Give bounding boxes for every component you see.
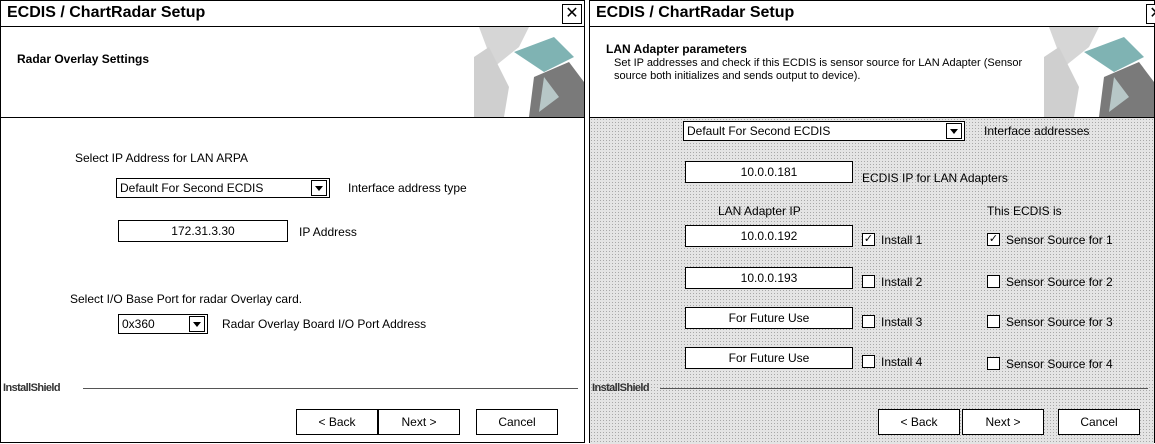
chevron-down-icon[interactable] — [311, 180, 327, 196]
address-type-value: Default For Second ECDIS — [120, 181, 264, 195]
chevron-down-icon[interactable] — [189, 316, 205, 332]
interface-select[interactable]: Default For Second ECDIS — [683, 121, 965, 141]
header-title: LAN Adapter parameters — [606, 42, 747, 56]
title-bar: ECDIS / ChartRadar Setup ✕ — [1, 1, 584, 27]
installer-art-icon — [474, 27, 584, 117]
sensor-label: Sensor Source for 4 — [1006, 357, 1113, 371]
wizard-header: LAN Adapter parameters Set IP addresses … — [590, 27, 1154, 118]
install-label: Install 2 — [881, 275, 923, 289]
checkmark-icon: ✓ — [863, 233, 874, 245]
sensor-checkbox[interactable] — [987, 275, 1000, 288]
sensor-checkbox[interactable]: ✓ — [987, 233, 1000, 246]
interface-value: Default For Second ECDIS — [687, 124, 831, 138]
col-this-ecdis: This ECDIS is — [987, 204, 1062, 218]
wizard-footer: InstallShield < Back Next > Cancel — [1, 382, 584, 444]
install-checkbox[interactable] — [862, 275, 875, 288]
ip-address-label: IP Address — [299, 225, 357, 239]
header-title: Radar Overlay Settings — [17, 52, 150, 66]
wizard-body: Default For Second ECDIS Interface addre… — [590, 118, 1154, 383]
install-label: Install 4 — [881, 355, 923, 369]
back-button[interactable]: < Back — [878, 409, 960, 435]
header-text-block: LAN Adapter parameters Set IP addresses … — [606, 43, 1034, 83]
wizard-body: Select IP Address for LAN ARPA Default F… — [1, 118, 584, 383]
install-checkbox[interactable] — [862, 315, 875, 328]
lan-adapter-dialog: ECDIS / ChartRadar Setup ✕ LAN Adapter p… — [589, 0, 1155, 444]
ecdis-ip-label: ECDIS IP for LAN Adapters — [862, 171, 1008, 185]
address-type-label: Interface address type — [348, 181, 467, 195]
close-button[interactable]: ✕ — [1146, 4, 1155, 24]
adapter-ip-field[interactable]: For Future Use — [685, 307, 853, 329]
next-button[interactable]: Next > — [962, 409, 1044, 435]
sensor-label: Sensor Source for 2 — [1006, 275, 1113, 289]
close-button[interactable]: ✕ — [562, 4, 582, 24]
select-port-label: Select I/O Base Port for radar Overlay c… — [70, 292, 303, 306]
installer-art-icon — [1044, 27, 1154, 117]
installshield-brand: InstallShield — [592, 382, 650, 394]
install-label: Install 1 — [881, 233, 923, 247]
interface-label: Interface addresses — [984, 124, 1090, 138]
cancel-button[interactable]: Cancel — [476, 409, 558, 435]
ip-address-field[interactable]: 172.31.3.30 — [118, 220, 288, 242]
col-adapter-ip: LAN Adapter IP — [718, 204, 801, 218]
port-label: Radar Overlay Board I/O Port Address — [222, 317, 427, 331]
checkmark-icon: ✓ — [988, 233, 999, 245]
adapter-ip-field[interactable]: 10.0.0.192 — [685, 225, 853, 247]
divider — [660, 388, 1148, 389]
wizard-header: Radar Overlay Settings — [1, 27, 584, 118]
close-icon: ✕ — [1149, 5, 1155, 22]
adapter-ip-field[interactable]: For Future Use — [685, 347, 853, 369]
next-button[interactable]: Next > — [378, 409, 460, 435]
ecdis-ip-field[interactable]: 10.0.0.181 — [685, 161, 853, 183]
window-title: ECDIS / ChartRadar Setup — [596, 4, 795, 21]
install-checkbox[interactable] — [862, 355, 875, 368]
window-title: ECDIS / ChartRadar Setup — [7, 4, 206, 21]
sensor-label: Sensor Source for 1 — [1006, 233, 1113, 247]
installshield-brand: InstallShield — [3, 382, 61, 394]
port-select[interactable]: 0x360 — [118, 314, 208, 334]
select-ip-label: Select IP Address for LAN ARPA — [75, 151, 248, 165]
install-label: Install 3 — [881, 315, 923, 329]
cancel-button[interactable]: Cancel — [1058, 409, 1140, 435]
wizard-footer: InstallShield < Back Next > Cancel — [590, 382, 1154, 444]
sensor-checkbox[interactable] — [987, 357, 1000, 370]
back-button[interactable]: < Back — [296, 409, 378, 435]
chevron-down-icon[interactable] — [946, 123, 962, 139]
install-checkbox[interactable]: ✓ — [862, 233, 875, 246]
header-description: Set IP addresses and check if this ECDIS… — [614, 57, 1023, 82]
sensor-checkbox[interactable] — [987, 315, 1000, 328]
close-icon: ✕ — [565, 5, 579, 22]
adapter-ip-field[interactable]: 10.0.0.193 — [685, 267, 853, 289]
divider — [83, 388, 578, 389]
address-type-select[interactable]: Default For Second ECDIS — [116, 178, 330, 198]
sensor-label: Sensor Source for 3 — [1006, 315, 1113, 329]
radar-overlay-dialog: ECDIS / ChartRadar Setup ✕ Radar Overlay… — [0, 0, 585, 443]
port-value: 0x360 — [122, 317, 155, 331]
title-bar: ECDIS / ChartRadar Setup ✕ — [590, 1, 1155, 27]
